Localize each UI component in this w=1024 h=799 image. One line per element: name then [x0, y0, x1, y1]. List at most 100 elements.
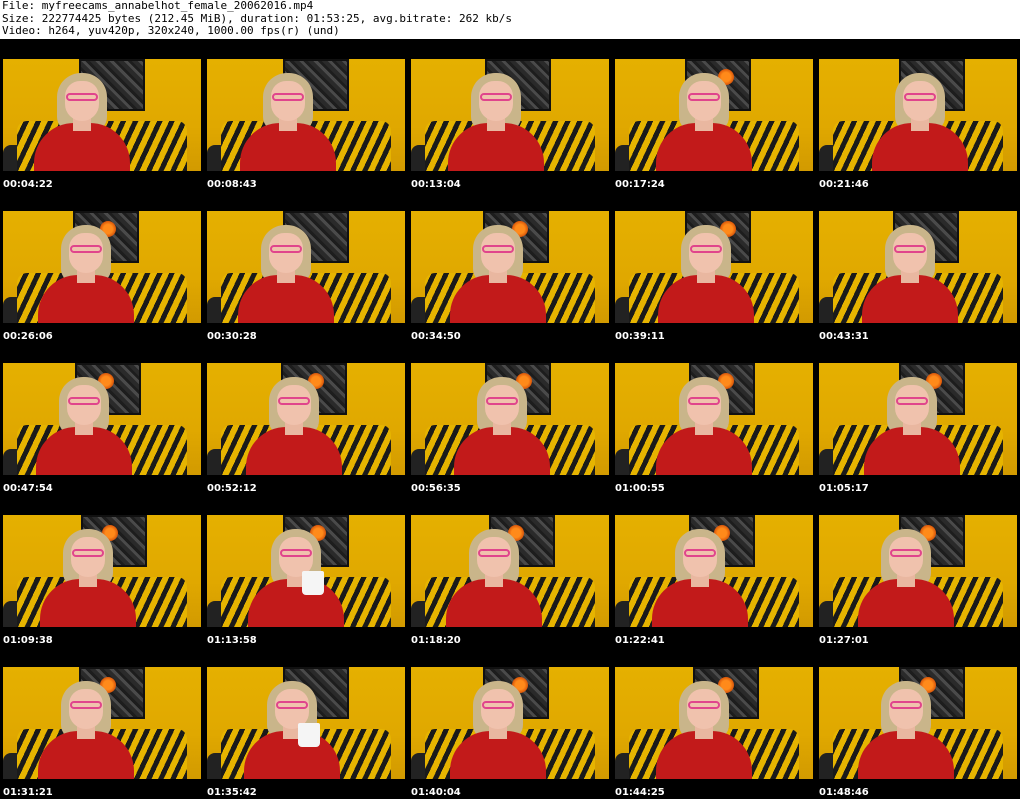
thumbnail-cell: 01:44:25	[612, 647, 816, 799]
timestamp-label: 00:21:46	[819, 179, 869, 190]
thumbnail-frame: 01:27:01	[816, 495, 1020, 647]
thumbnail-cell: 00:52:12	[204, 343, 408, 495]
file-name-line: File: myfreecams_annabelhot_female_20062…	[2, 0, 314, 12]
person-face	[903, 81, 937, 121]
thumbnail-frame: 00:30:28	[204, 191, 408, 343]
pink-glasses	[890, 549, 922, 557]
video-frame-image	[615, 667, 813, 779]
thumbnail-cell: 00:08:43	[204, 39, 408, 191]
timestamp-label: 01:35:42	[207, 787, 257, 798]
person-face	[69, 233, 103, 273]
timestamp-label: 00:52:12	[207, 483, 257, 494]
thumbnail-cell: 01:31:21	[0, 647, 204, 799]
pink-glasses	[280, 549, 312, 557]
pink-glasses	[684, 549, 716, 557]
timestamp-label: 01:48:46	[819, 787, 869, 798]
timestamp-label: 00:04:22	[3, 179, 53, 190]
timestamp-label: 00:43:31	[819, 331, 869, 342]
video-frame-image	[207, 515, 405, 627]
thumbnail-frame: 01:31:21	[0, 647, 204, 799]
person-face	[481, 689, 515, 729]
timestamp-label: 00:34:50	[411, 331, 461, 342]
thumbnail-cell: 01:48:46	[816, 647, 1020, 799]
video-frame-image	[3, 59, 201, 171]
white-mug	[298, 723, 320, 747]
pink-glasses	[482, 245, 514, 253]
timestamp-label: 01:13:58	[207, 635, 257, 646]
thumbnail-cell: 01:18:20	[408, 495, 612, 647]
person-face	[687, 689, 721, 729]
pink-glasses	[70, 245, 102, 253]
thumbnail-frame: 00:34:50	[408, 191, 612, 343]
thumbnail-cell: 00:13:04	[408, 39, 612, 191]
thumbnail-frame: 00:26:06	[0, 191, 204, 343]
timestamp-label: 00:17:24	[615, 179, 665, 190]
person-face	[477, 537, 511, 577]
person-face	[269, 233, 303, 273]
timestamp-label: 00:13:04	[411, 179, 461, 190]
thumbnail-cell: 01:00:55	[612, 343, 816, 495]
thumbnail-cell: 01:09:38	[0, 495, 204, 647]
person-face	[67, 385, 101, 425]
video-frame-image	[411, 59, 609, 171]
video-frame-image	[615, 515, 813, 627]
thumbnail-frame: 00:52:12	[204, 343, 408, 495]
video-frame-image	[411, 515, 609, 627]
video-frame-image	[819, 667, 1017, 779]
thumbnail-cell: 00:21:46	[816, 39, 1020, 191]
pink-glasses	[480, 93, 512, 101]
timestamp-label: 01:40:04	[411, 787, 461, 798]
video-frame-image	[207, 211, 405, 323]
timestamp-label: 01:00:55	[615, 483, 665, 494]
pink-glasses	[270, 245, 302, 253]
person-face	[893, 233, 927, 273]
video-frame-image	[411, 363, 609, 475]
timestamp-label: 00:47:54	[3, 483, 53, 494]
pink-glasses	[688, 397, 720, 405]
person-face	[687, 81, 721, 121]
timestamp-label: 01:05:17	[819, 483, 869, 494]
timestamp-label: 00:30:28	[207, 331, 257, 342]
thumbnail-frame: 00:21:46	[816, 39, 1020, 191]
timestamp-label: 00:26:06	[3, 331, 53, 342]
file-info-header: File: myfreecams_annabelhot_female_20062…	[2, 0, 512, 38]
thumbnail-frame: 01:13:58	[204, 495, 408, 647]
person-face	[271, 81, 305, 121]
video-frame-image	[819, 59, 1017, 171]
timestamp-label: 01:27:01	[819, 635, 869, 646]
thumbnail-frame: 00:39:11	[612, 191, 816, 343]
timestamp-label: 00:56:35	[411, 483, 461, 494]
timestamp-label: 01:09:38	[3, 635, 53, 646]
thumbnail-frame: 01:35:42	[204, 647, 408, 799]
white-mug	[302, 571, 324, 595]
person-face	[889, 689, 923, 729]
video-frame-image	[3, 667, 201, 779]
thumbnail-frame: 00:17:24	[612, 39, 816, 191]
thumbnail-frame: 00:08:43	[204, 39, 408, 191]
person-face	[479, 81, 513, 121]
thumbnail-cell: 00:04:22	[0, 39, 204, 191]
pink-glasses	[688, 701, 720, 709]
video-frame-image	[615, 59, 813, 171]
timestamp-label: 00:39:11	[615, 331, 665, 342]
person-face	[69, 689, 103, 729]
video-frame-image	[615, 211, 813, 323]
thumbnail-frame: 00:43:31	[816, 191, 1020, 343]
pink-glasses	[276, 701, 308, 709]
pink-glasses	[688, 93, 720, 101]
thumbnail-frame: 00:56:35	[408, 343, 612, 495]
person-face	[895, 385, 929, 425]
timestamp-label: 00:08:43	[207, 179, 257, 190]
timestamp-label: 01:18:20	[411, 635, 461, 646]
timestamp-label: 01:44:25	[615, 787, 665, 798]
thumbnail-cell: 01:22:41	[612, 495, 816, 647]
person-face	[687, 385, 721, 425]
video-frame-image	[411, 211, 609, 323]
pink-glasses	[890, 701, 922, 709]
pink-glasses	[482, 701, 514, 709]
thumbnail-frame: 01:48:46	[816, 647, 1020, 799]
video-frame-image	[819, 211, 1017, 323]
video-frame-image	[411, 667, 609, 779]
person-face	[485, 385, 519, 425]
person-face	[889, 537, 923, 577]
